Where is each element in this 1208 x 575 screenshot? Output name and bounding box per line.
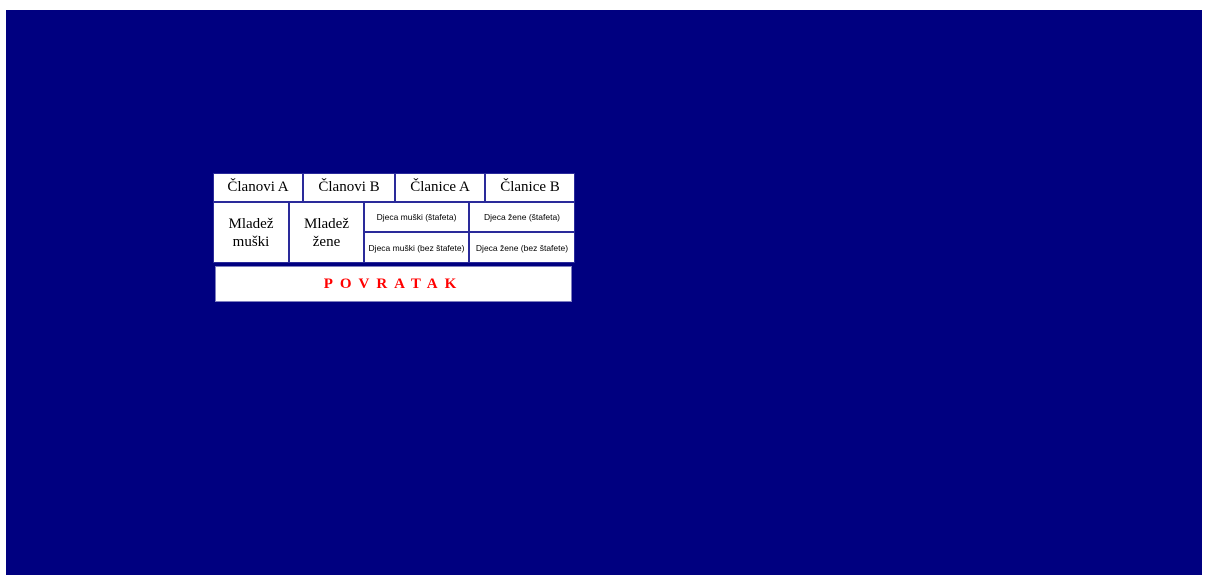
povratak-button-label: POVRATAK (323, 275, 464, 292)
button-clanice-a[interactable]: Članice A (395, 173, 485, 202)
button-clanovi-a[interactable]: Članovi A (213, 173, 303, 202)
button-djeca-zene-bez-stafete-label: Djeca žene (bez štafete) (475, 242, 569, 253)
button-djeca-zene-stafeta-label: Djeca žene (štafeta) (483, 212, 561, 222)
button-mladez-zene[interactable]: Mladež žene (289, 202, 364, 263)
button-djeca-zene-stafeta[interactable]: Djeca žene (štafeta) (469, 202, 575, 232)
button-djeca-muski-stafeta-label: Djeca muški (štafeta) (376, 212, 457, 222)
button-djeca-zene-bez-stafete[interactable]: Djeca žene (bez štafete) (469, 232, 575, 263)
button-clanice-a-label: Članice A (410, 179, 470, 195)
button-clanice-b-label: Članice B (500, 179, 560, 195)
button-clanovi-b-label: Članovi B (318, 179, 380, 195)
button-clanovi-a-label: Članovi A (227, 179, 289, 195)
button-mladez-zene-label: Mladež žene (304, 215, 349, 250)
button-djeca-muski-bez-stafete[interactable]: Djeca muški (bez štafete) (364, 232, 469, 263)
button-mladez-muski-label: Mladež muški (228, 215, 274, 250)
button-djeca-muski-stafeta[interactable]: Djeca muški (štafeta) (364, 202, 469, 232)
button-clanice-b[interactable]: Članice B (485, 173, 575, 202)
povratak-button[interactable]: POVRATAK (215, 266, 572, 302)
button-djeca-muski-bez-stafete-label: Djeca muški (bez štafete) (368, 242, 465, 253)
button-clanovi-b[interactable]: Članovi B (303, 173, 395, 202)
button-mladez-muski[interactable]: Mladež muški (213, 202, 289, 263)
app-background: Članovi A Članovi B Članice A Članice B … (6, 10, 1202, 575)
